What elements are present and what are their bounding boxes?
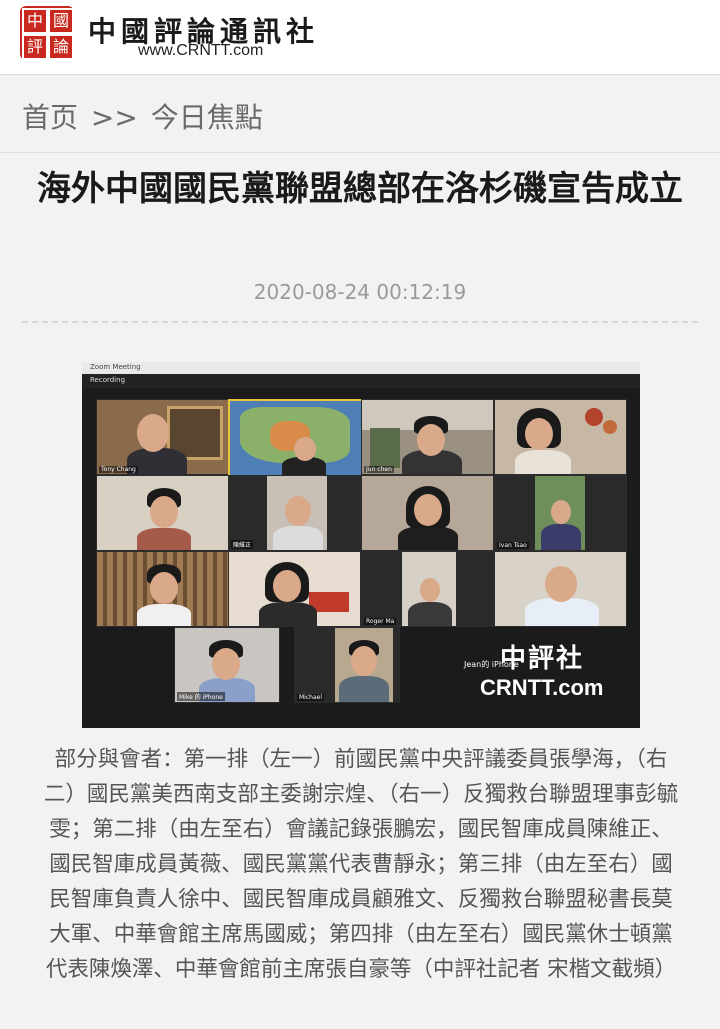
- logo-seal-char: 中: [22, 8, 48, 34]
- logo-seal-char: 國: [48, 8, 74, 34]
- video-tile: [494, 551, 627, 627]
- zoom-window-titlebar: [82, 362, 640, 374]
- participant-name: Mike 的 iPhone: [177, 692, 225, 701]
- site-url[interactable]: www.CRNTT.com: [138, 42, 263, 60]
- dashed-divider: [22, 321, 698, 323]
- video-tile: [96, 475, 229, 551]
- video-tile: Michael: [294, 627, 400, 703]
- participant-name: Tony Chang: [99, 466, 138, 473]
- video-tile: [228, 399, 363, 477]
- video-tile: Tony Chang: [96, 399, 229, 475]
- breadcrumb-separator: >>: [90, 101, 138, 134]
- zoom-window-title: Zoom Meeting: [90, 363, 141, 371]
- participant-name: Ivan Tsao: [497, 542, 529, 549]
- article-photo[interactable]: Zoom Meeting Recording Tony Chang Jun ch…: [82, 362, 640, 728]
- video-tile: 陳維正: [228, 475, 361, 551]
- watermark-credit: Jean的 iPhone: [464, 660, 519, 669]
- article-date: 2020-08-24 00:12:19: [253, 280, 467, 304]
- recording-label: Recording: [90, 376, 126, 384]
- site-header: 中 國 評 論 中國評論通訊社 www.CRNTT.com: [0, 0, 720, 75]
- breadcrumb-home-link[interactable]: 首页: [22, 101, 78, 134]
- video-tile: [96, 551, 229, 627]
- watermark-en: CRNTT.com: [480, 675, 604, 700]
- participant-name: Michael: [297, 694, 324, 701]
- video-tile: [228, 551, 361, 627]
- video-tile: Jun chen: [361, 399, 494, 475]
- article-title: 海外中國國民黨聯盟總部在洛杉磯宣告成立: [37, 169, 683, 209]
- logo-seal-char: 論: [48, 34, 74, 60]
- participant-name: Jun chen: [364, 466, 394, 473]
- video-tile: Mike 的 iPhone: [174, 627, 280, 703]
- participant-name: Roger Ma: [364, 618, 397, 625]
- breadcrumb: 首页 >> 今日焦點: [22, 96, 263, 136]
- participant-name: 陳維正: [231, 540, 254, 549]
- photo-caption: 部分與會者：第一排（左一）前國民黨中央評議委員張學海，（右二）國民黨美西南支部主…: [43, 747, 679, 982]
- video-tile: Roger Ma: [361, 551, 494, 627]
- zoom-recording-bar: [82, 374, 640, 388]
- video-tile: [361, 475, 494, 551]
- header-divider: [0, 152, 720, 153]
- crntt-logo-seal[interactable]: 中 國 評 論: [20, 6, 74, 60]
- video-tile: [494, 399, 627, 475]
- breadcrumb-section-link[interactable]: 今日焦點: [151, 101, 263, 134]
- logo-seal-char: 評: [22, 34, 48, 60]
- video-tile: Ivan Tsao: [494, 475, 627, 551]
